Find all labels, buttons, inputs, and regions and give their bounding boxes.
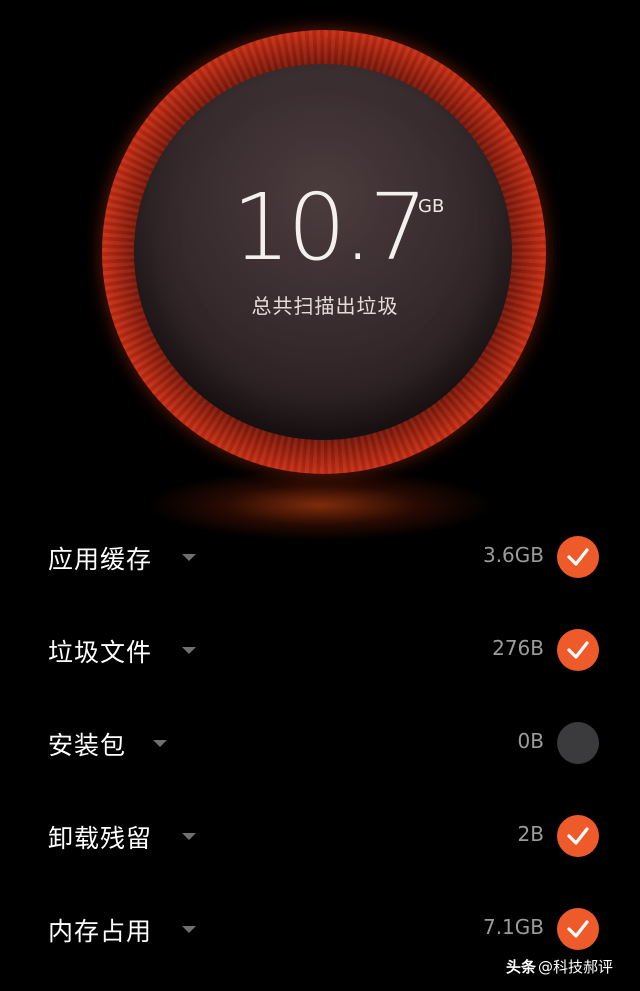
category-label: 垃圾文件 (48, 638, 153, 667)
category-size: 3.6GB (482, 543, 544, 567)
expand-caret-icon[interactable] (182, 833, 196, 840)
category-size: 7.1GB (482, 915, 544, 939)
category-label: 卸载残留 (48, 824, 153, 853)
scan-result-hero: 10.7 GB 总共扫描出垃圾 (0, 0, 640, 540)
checkbox-checked-icon[interactable] (557, 908, 599, 950)
category-size: 0B (517, 729, 544, 753)
expand-caret-icon[interactable] (182, 554, 196, 561)
total-size-unit: GB (418, 196, 445, 217)
category-row-junk-files[interactable]: 垃圾文件 276B (0, 603, 640, 695)
category-size: 2B (517, 822, 544, 846)
category-row-app-cache[interactable]: 应用缓存 3.6GB (0, 510, 640, 602)
checkbox-checked-icon[interactable] (557, 629, 599, 671)
checkbox-unchecked-icon[interactable] (557, 722, 599, 764)
total-size-caption: 总共扫描出垃圾 (251, 294, 399, 318)
expand-caret-icon[interactable] (153, 740, 167, 747)
expand-caret-icon[interactable] (182, 647, 196, 654)
category-size: 276B (492, 636, 544, 660)
category-label: 安装包 (48, 731, 127, 760)
category-row-install-packages[interactable]: 安装包 0B (0, 696, 640, 788)
source-watermark: 头条 @科技郝评 (506, 956, 613, 977)
checkbox-checked-icon[interactable] (557, 536, 599, 578)
watermark-handle: @科技郝评 (538, 958, 614, 976)
total-size-value: 10.7 (232, 174, 428, 281)
category-row-uninstall-residue[interactable]: 卸载残留 2B (0, 789, 640, 881)
watermark-brand: 头条 (506, 958, 537, 976)
category-label: 应用缓存 (48, 545, 153, 574)
checkbox-checked-icon[interactable] (557, 815, 599, 857)
category-label: 内存占用 (48, 917, 153, 946)
expand-caret-icon[interactable] (182, 926, 196, 933)
